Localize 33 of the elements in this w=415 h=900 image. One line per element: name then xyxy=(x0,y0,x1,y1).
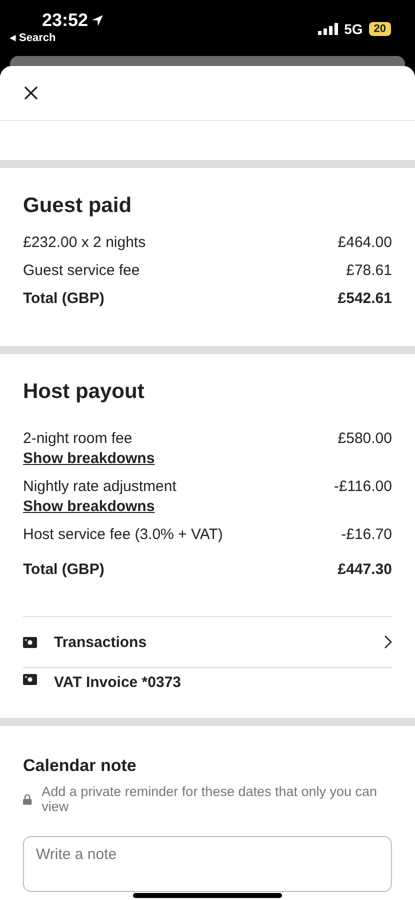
section-title: Calendar note xyxy=(23,756,138,776)
row-amount: £464.00 xyxy=(338,234,392,251)
back-link[interactable]: ◂ Search xyxy=(10,31,104,44)
close-icon[interactable] xyxy=(24,86,38,100)
row-label: Host service fee (3.0% + VAT) xyxy=(23,526,223,543)
row-amount: -£116.00 xyxy=(334,478,392,495)
hint-text: Add a private reminder for these dates that only you can view xyxy=(42,784,378,814)
row-amount: -£16.70 xyxy=(341,526,392,543)
row-amount: £542.61 xyxy=(338,290,392,307)
lock-icon xyxy=(23,794,32,804)
clock-time: 23:52 xyxy=(42,10,88,31)
row-label: Guest service fee xyxy=(23,262,140,279)
row-amount: £580.00 xyxy=(338,430,392,447)
row-label: 2-night room fee xyxy=(23,430,134,447)
location-arrow-icon xyxy=(91,14,104,27)
network-label: 5G xyxy=(344,21,363,37)
section-title: Guest paid xyxy=(23,194,133,218)
note-field[interactable]: Write a note xyxy=(23,836,392,892)
show-breakdowns-link[interactable]: Show breakdowns xyxy=(23,498,176,515)
signal-icon xyxy=(318,23,338,35)
battery-indicator: 20 xyxy=(368,22,391,36)
show-breakdowns-link[interactable]: Show breakdowns xyxy=(23,450,155,467)
row-amount: £78.61 xyxy=(346,262,392,279)
row-label: Total (GBP) xyxy=(23,290,104,307)
row-amount: £447.30 xyxy=(338,561,392,578)
chevron-right-icon xyxy=(384,635,392,649)
row-label: Nightly rate adjustment xyxy=(23,478,176,495)
list-item[interactable]: Transactions xyxy=(23,616,392,667)
row-label: Total (GBP) xyxy=(23,561,104,578)
row-label: £232.00 x 2 nights xyxy=(23,234,146,251)
section-title: Host payout xyxy=(23,380,146,404)
cash-icon xyxy=(23,674,37,685)
cash-icon xyxy=(23,636,37,648)
